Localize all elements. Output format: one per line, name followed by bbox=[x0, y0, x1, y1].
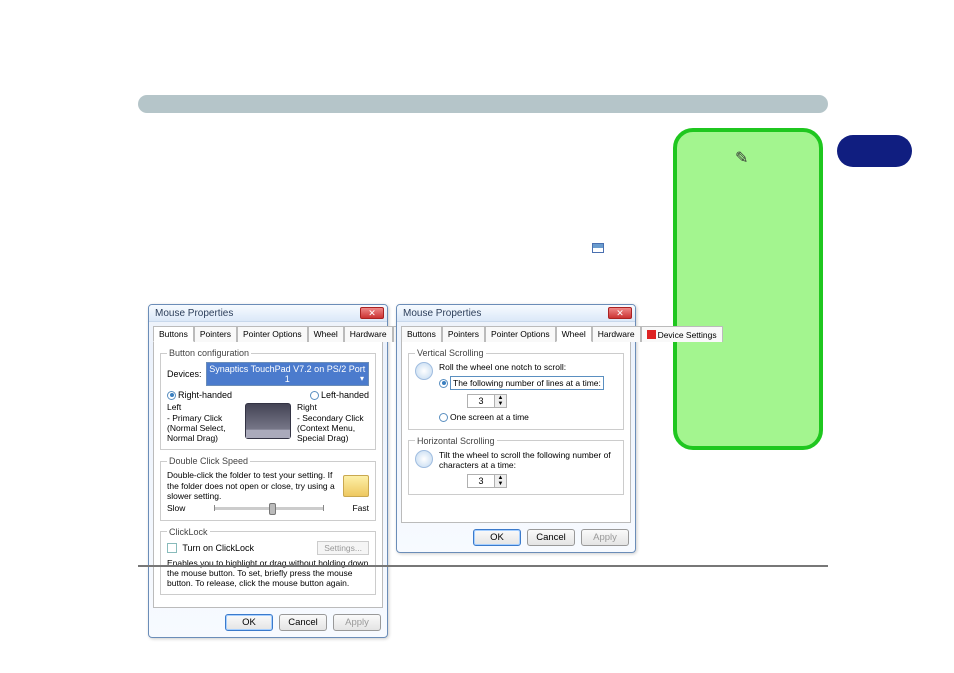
radio-lines-at-time[interactable]: The following number of lines at a time: bbox=[439, 376, 617, 390]
horiz-chars-spinner[interactable]: ▲▼ bbox=[467, 474, 507, 488]
tab-buttons[interactable]: Buttons bbox=[401, 326, 442, 342]
mouse-properties-window-buttons: Mouse Properties ✕ Buttons Pointers Poin… bbox=[148, 304, 388, 638]
radio-right-handed[interactable]: Right-handed bbox=[167, 390, 232, 400]
window-title: Mouse Properties bbox=[155, 308, 233, 319]
handedness-row: Right-handed Left-handed bbox=[167, 390, 369, 400]
radio-one-screen[interactable]: One screen at a time bbox=[439, 412, 617, 422]
pen-icon: ✎ bbox=[735, 148, 748, 168]
apply-button[interactable]: Apply bbox=[581, 529, 629, 546]
vert-lines-spinner[interactable]: ▲▼ bbox=[467, 394, 507, 408]
dbl-click-desc: Double-click the folder to test your set… bbox=[167, 470, 337, 501]
wheel-icon bbox=[415, 450, 433, 468]
group-clicklock: ClickLock Turn on ClickLock Settings... … bbox=[160, 527, 376, 596]
horiz-chars-input[interactable] bbox=[468, 475, 494, 487]
radio-dot-icon bbox=[310, 391, 319, 400]
window-title: Mouse Properties bbox=[403, 308, 481, 319]
vert-lines-input[interactable] bbox=[468, 395, 494, 407]
checkbox-clicklock[interactable]: Turn on ClickLock bbox=[167, 543, 254, 553]
titlebar: Mouse Properties ✕ bbox=[397, 305, 635, 322]
horiz-scroll-desc: Tilt the wheel to scroll the following n… bbox=[439, 450, 617, 470]
tab-hardware[interactable]: Hardware bbox=[344, 326, 393, 342]
close-button[interactable]: ✕ bbox=[608, 307, 632, 319]
right-button-desc: Right - Secondary Click (Context Menu, S… bbox=[297, 403, 369, 443]
horizontal-rule bbox=[138, 565, 828, 567]
close-button[interactable]: ✕ bbox=[360, 307, 384, 319]
ok-button[interactable]: OK bbox=[473, 529, 521, 546]
tab-hardware[interactable]: Hardware bbox=[592, 326, 641, 342]
dbl-click-slider[interactable] bbox=[214, 507, 324, 510]
touchpad-illustration bbox=[245, 403, 291, 439]
checkbox-icon bbox=[167, 543, 177, 553]
radio-dot-icon bbox=[167, 391, 176, 400]
group-button-configuration: Button configuration Devices: Synaptics … bbox=[160, 348, 376, 450]
handedness-detail: Left - Primary Click (Normal Select, Nor… bbox=[167, 403, 369, 443]
dialog-buttons: OK Cancel Apply bbox=[397, 523, 635, 552]
label-slow: Slow bbox=[167, 503, 185, 513]
image-icon bbox=[592, 243, 604, 253]
page-tab-pill bbox=[837, 135, 912, 167]
devices-label: Devices: bbox=[167, 369, 202, 379]
tab-pointer-options[interactable]: Pointer Options bbox=[237, 326, 308, 342]
vert-scroll-desc: Roll the wheel one notch to scroll: bbox=[439, 362, 617, 372]
apply-button[interactable]: Apply bbox=[333, 614, 381, 631]
group-horizontal-scrolling: Horizontal Scrolling Tilt the wheel to s… bbox=[408, 436, 624, 495]
tab-body-buttons: Button configuration Devices: Synaptics … bbox=[153, 341, 383, 608]
folder-test-icon[interactable] bbox=[343, 475, 369, 497]
tab-body-wheel: Vertical Scrolling Roll the wheel one no… bbox=[401, 341, 631, 523]
wheel-icon bbox=[415, 362, 433, 380]
group-double-click-speed: Double Click Speed Double-click the fold… bbox=[160, 456, 376, 521]
sticky-note bbox=[673, 128, 823, 450]
cancel-button[interactable]: Cancel bbox=[279, 614, 327, 631]
titlebar: Mouse Properties ✕ bbox=[149, 305, 387, 322]
radio-dot-icon bbox=[439, 413, 448, 422]
radio-left-handed[interactable]: Left-handed bbox=[310, 390, 369, 400]
radio-dot-icon bbox=[439, 379, 448, 388]
tab-pointers[interactable]: Pointers bbox=[442, 326, 485, 342]
spinner-down-icon[interactable]: ▼ bbox=[495, 481, 506, 487]
clicklock-desc: Enables you to highlight or drag without… bbox=[167, 558, 369, 589]
tabs-row: Buttons Pointers Pointer Options Wheel H… bbox=[149, 322, 387, 341]
mouse-properties-window-wheel: Mouse Properties ✕ Buttons Pointers Poin… bbox=[396, 304, 636, 553]
tab-pointers[interactable]: Pointers bbox=[194, 326, 237, 342]
page-header-bar bbox=[138, 95, 828, 113]
tabs-row: Buttons Pointers Pointer Options Wheel H… bbox=[397, 322, 635, 341]
dialog-buttons: OK Cancel Apply bbox=[149, 608, 387, 637]
spinner-down-icon[interactable]: ▼ bbox=[495, 401, 506, 407]
tab-pointer-options[interactable]: Pointer Options bbox=[485, 326, 556, 342]
slider-thumb-icon[interactable] bbox=[269, 503, 276, 515]
tab-buttons[interactable]: Buttons bbox=[153, 326, 194, 342]
devices-row: Devices: Synaptics TouchPad V7.2 on PS/2… bbox=[167, 362, 369, 386]
label-fast: Fast bbox=[352, 503, 369, 513]
tab-wheel[interactable]: Wheel bbox=[308, 326, 344, 342]
clicklock-settings-button[interactable]: Settings... bbox=[317, 541, 369, 555]
left-button-desc: Left - Primary Click (Normal Select, Nor… bbox=[167, 403, 239, 443]
tab-device-settings[interactable]: Device Settings bbox=[641, 326, 723, 342]
ok-button[interactable]: OK bbox=[225, 614, 273, 631]
device-select[interactable]: Synaptics TouchPad V7.2 on PS/2 Port 1 bbox=[206, 362, 369, 386]
tab-wheel[interactable]: Wheel bbox=[556, 326, 592, 342]
group-vertical-scrolling: Vertical Scrolling Roll the wheel one no… bbox=[408, 348, 624, 430]
synaptics-icon bbox=[647, 330, 656, 339]
cancel-button[interactable]: Cancel bbox=[527, 529, 575, 546]
